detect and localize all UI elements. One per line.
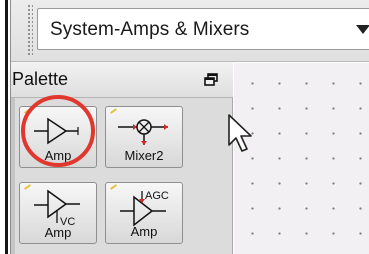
palette-scrollbar[interactable] xyxy=(11,98,15,254)
palette-title: Palette xyxy=(12,69,69,89)
mouse-pointer-icon xyxy=(228,114,252,152)
design-canvas[interactable] xyxy=(234,63,369,254)
palette-item-label: Amp xyxy=(130,224,158,239)
palette-item-label: Amp xyxy=(44,225,72,240)
agc-text: AGC xyxy=(145,190,169,202)
toolbar: System-Amps & Mixers xyxy=(11,0,369,62)
highlight-circle xyxy=(21,95,95,167)
library-selector-value: System-Amps & Mixers xyxy=(50,19,250,40)
palette-item-label: Mixer2 xyxy=(124,148,164,163)
toolbar-grip[interactable] xyxy=(27,4,33,56)
palette-item-vc-amp[interactable]: VC Amp xyxy=(19,182,97,244)
palette-item-agc-amp[interactable]: AGC Amp xyxy=(105,182,183,244)
chevron-down-icon[interactable] xyxy=(356,25,369,34)
window-edge xyxy=(5,0,8,254)
palette-item-mixer2[interactable]: Mixer2 xyxy=(105,106,183,168)
library-selector[interactable]: System-Amps & Mixers xyxy=(37,8,369,50)
window-restore-icon[interactable] xyxy=(204,73,219,87)
